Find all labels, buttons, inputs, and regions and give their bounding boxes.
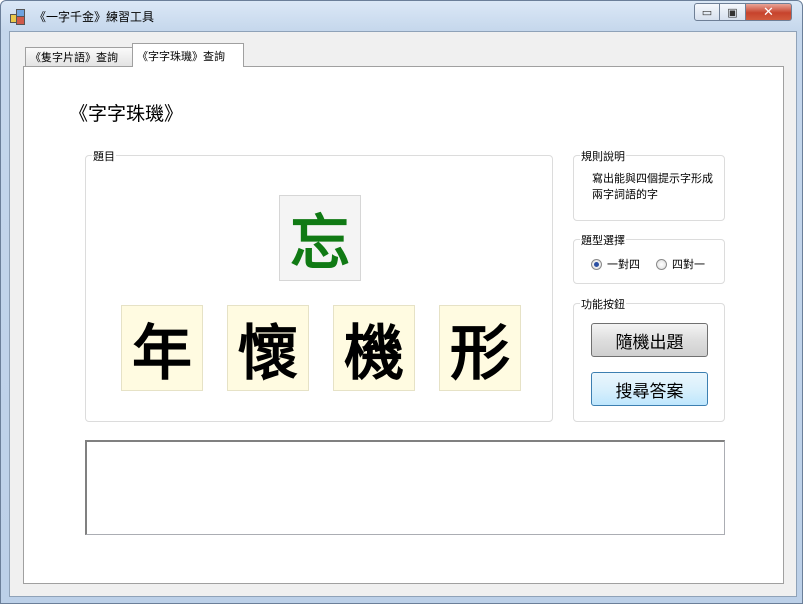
answer-output-box[interactable] — [85, 440, 725, 535]
title-bar[interactable]: 《一字千金》練習工具 ▭ ▣ ✕ — [1, 1, 802, 31]
radio-four-to-one-icon[interactable] — [656, 258, 667, 270]
rules-group-label: 規則說明 — [580, 148, 626, 164]
radio-one-to-four-label: 一對四 — [607, 258, 640, 271]
rules-text: 寫出能與四個提示字形成兩字詞語的字 — [592, 172, 713, 201]
page-title: 《字字珠璣》 — [69, 103, 184, 125]
maximize-button[interactable]: ▣ — [720, 3, 746, 21]
tab-page: 《字字珠璣》 題目 忘 年 懷 機 形 規則說明 寫出能與四個提示字形成兩字詞語… — [23, 66, 784, 584]
radio-four-to-one[interactable]: 四對一 — [656, 256, 705, 272]
radio-four-to-one-label: 四對一 — [672, 258, 705, 271]
hint-char-2: 懷 — [227, 305, 309, 391]
tab-pearl-query[interactable]: 《字字珠璣》查詢 — [132, 43, 244, 67]
question-group-label: 題目 — [92, 148, 116, 164]
radio-one-to-four[interactable]: 一對四 — [591, 256, 640, 272]
hint-char-1: 年 — [121, 305, 203, 391]
minimize-icon: ▭ — [701, 5, 713, 19]
app-window: 《一字千金》練習工具 ▭ ▣ ✕ 《隻字片語》查詢 《字字珠璣》查詢 《字字珠璣… — [0, 0, 803, 604]
random-question-button[interactable]: 隨機出題 — [591, 323, 708, 357]
question-group: 題目 忘 年 懷 機 形 — [85, 148, 553, 422]
question-type-group: 題型選擇 一對四 四對一 — [573, 232, 725, 284]
window-title: 《一字千金》練習工具 — [34, 10, 155, 24]
minimize-button[interactable]: ▭ — [694, 3, 720, 21]
function-group-label: 功能按鈕 — [580, 296, 626, 312]
client-area: 《隻字片語》查詢 《字字珠璣》查詢 《字字珠璣》 題目 忘 年 懷 機 形 規則… — [9, 31, 797, 597]
rules-group: 規則說明 寫出能與四個提示字形成兩字詞語的字 — [573, 148, 725, 221]
close-button[interactable]: ✕ — [746, 3, 792, 21]
function-group: 功能按鈕 隨機出題 搜尋答案 — [573, 296, 725, 422]
hint-char-3: 機 — [333, 305, 415, 391]
tab-single-phrase-query[interactable]: 《隻字片語》查詢 — [25, 47, 133, 66]
hint-char-4: 形 — [439, 305, 521, 391]
target-char: 忘 — [279, 195, 361, 281]
radio-one-to-four-icon[interactable] — [591, 258, 602, 270]
question-type-group-label: 題型選擇 — [580, 232, 626, 248]
close-icon: ✕ — [763, 4, 774, 20]
search-answer-button[interactable]: 搜尋答案 — [591, 372, 708, 406]
maximize-icon: ▣ — [727, 5, 738, 19]
app-window-icon[interactable] — [10, 9, 26, 25]
